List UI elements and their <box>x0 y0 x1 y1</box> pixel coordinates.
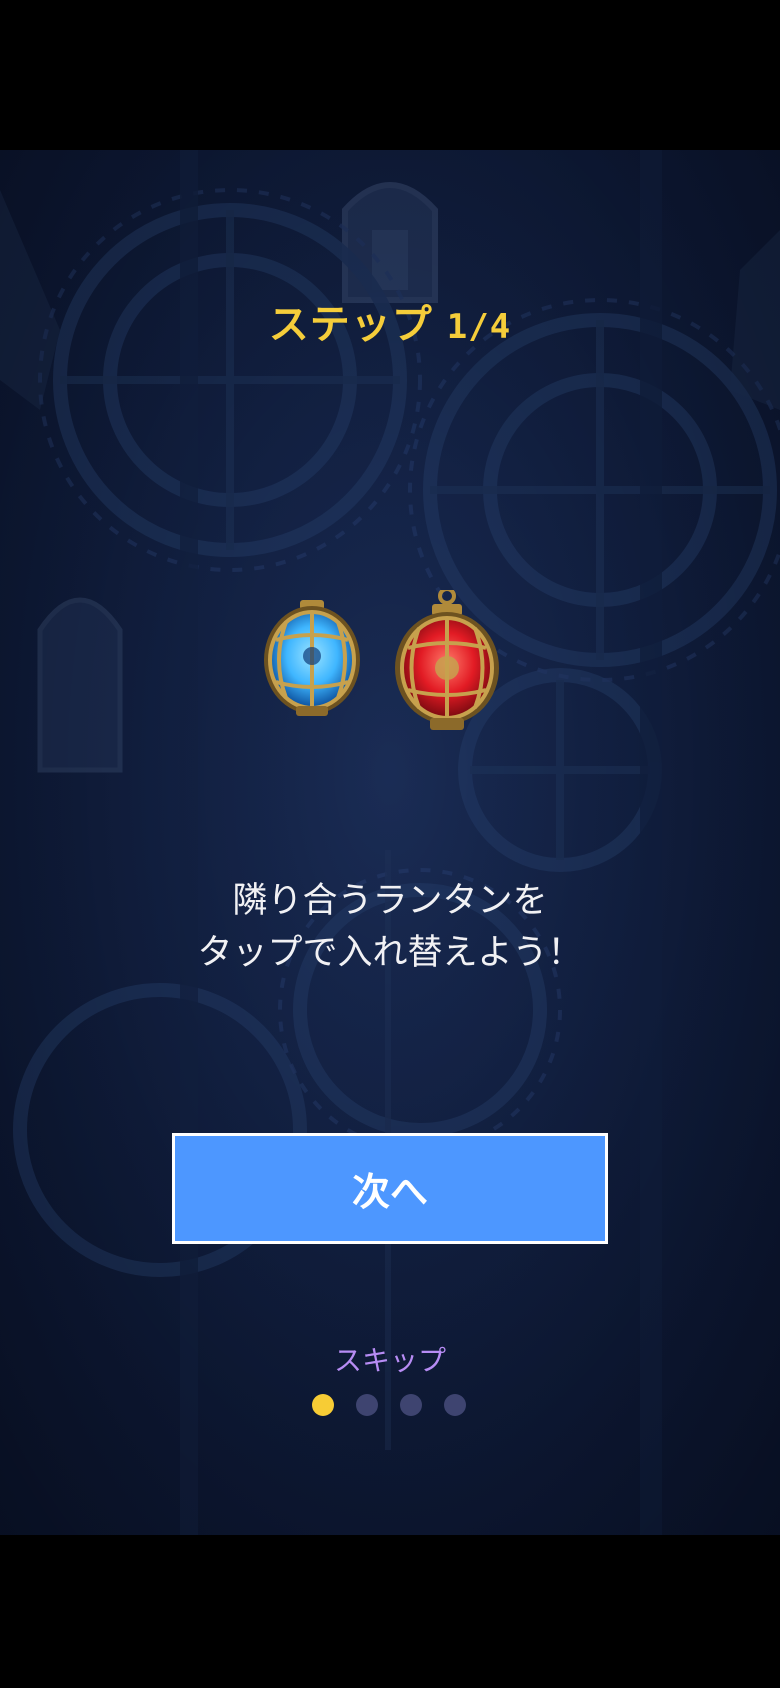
page-dot-1 <box>312 1394 334 1416</box>
instruction-text: 隣り合うランタンを タップで入れ替えよう！ <box>0 875 780 979</box>
step-label: ステップ <box>268 302 433 348</box>
skip-link[interactable]: スキップ <box>0 1339 780 1379</box>
page-dot-2 <box>356 1394 378 1416</box>
page-dot-4 <box>444 1394 466 1416</box>
red-lantern-icon <box>395 590 499 730</box>
instruction-line-2: タップで入れ替えよう！ <box>197 933 583 973</box>
blue-lantern-icon <box>264 600 360 716</box>
page-indicator <box>312 1394 472 1418</box>
navigation-bar-area <box>0 1535 780 1688</box>
step-title: ステップ 1/4 <box>0 292 780 350</box>
instruction-line-1: 隣り合うランタンを <box>232 881 548 921</box>
lanterns-illustration <box>264 590 499 730</box>
step-counter: 1/4 <box>446 307 512 347</box>
next-button[interactable]: 次へ <box>172 1133 608 1244</box>
page-dot-3 <box>400 1394 422 1416</box>
game-screen: ステップ 1/4 隣り合うランタンを タップで入れ替えよう！ 次へ スキップ <box>0 0 780 1688</box>
clockwork-background <box>0 150 780 1535</box>
status-bar-area <box>0 0 780 150</box>
tutorial-panel: ステップ 1/4 隣り合うランタンを タップで入れ替えよう！ 次へ スキップ <box>0 150 780 1535</box>
